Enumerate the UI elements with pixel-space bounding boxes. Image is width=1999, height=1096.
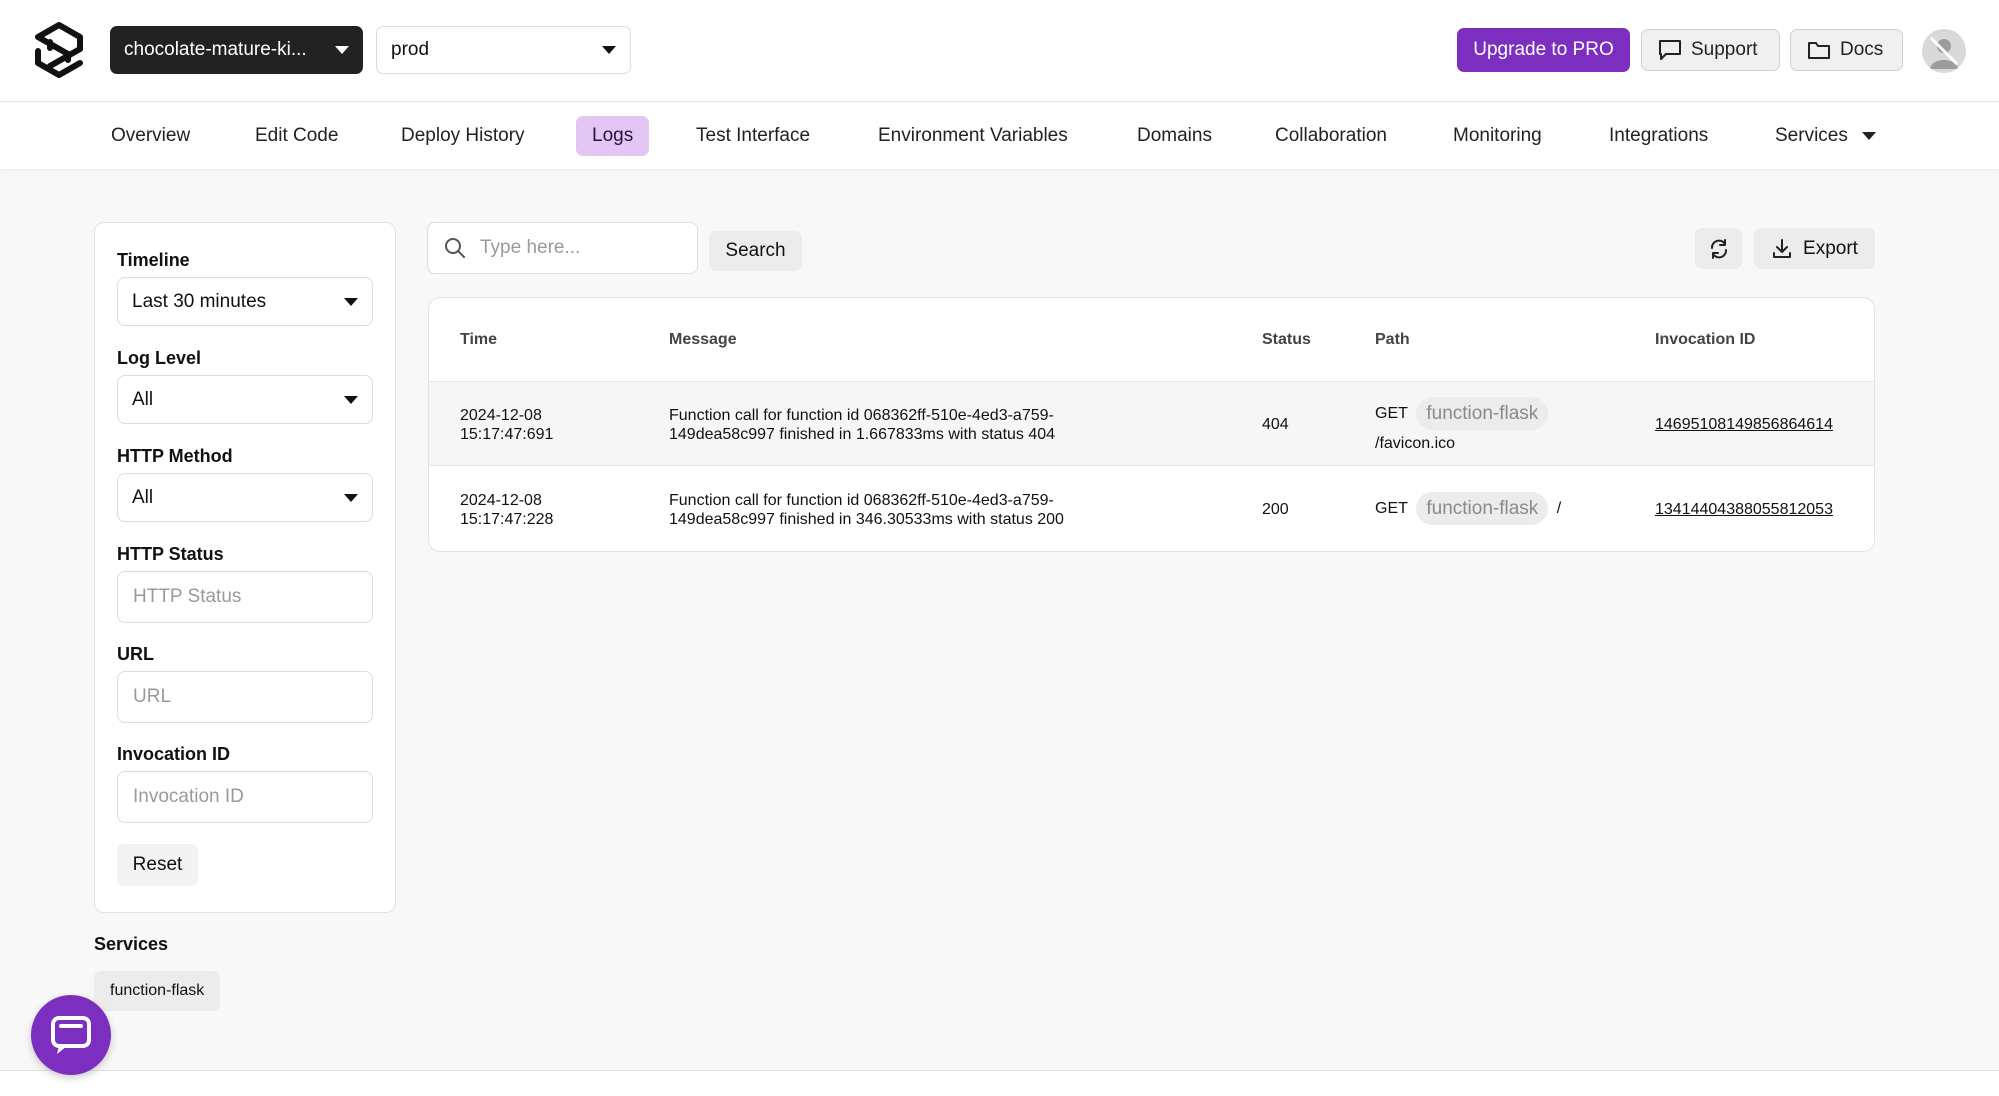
log-message-line: 149dea58c997 finished in 346.30533ms wit… (669, 511, 1064, 528)
column-header-time: Time (460, 331, 498, 348)
log-status: 200 (1262, 501, 1289, 518)
top-bar: chocolate-mature-ki... prod Upgrade to P… (0, 0, 1999, 102)
table-row[interactable]: 2024-12-08 15:17:47:228 Function call fo… (429, 467, 1874, 551)
log-message: Function call for function id 068362ff-5… (669, 491, 1149, 529)
column-header-invocation-id: Invocation ID (1655, 331, 1756, 348)
tab-deploy-history[interactable]: Deploy History (385, 116, 541, 156)
tab-environment-variables[interactable]: Environment Variables (862, 116, 1084, 156)
refresh-button[interactable] (1695, 228, 1742, 269)
log-date: 2024-12-08 (460, 492, 542, 509)
support-button[interactable]: Support (1641, 29, 1780, 71)
tab-overview[interactable]: Overview (95, 116, 206, 156)
tab-logs[interactable]: Logs (576, 116, 650, 156)
timeline-select[interactable]: Last 30 minutes (117, 277, 373, 326)
timeline-value: Last 30 minutes (132, 290, 267, 312)
download-icon (1773, 238, 1792, 258)
docs-label: Docs (1840, 39, 1884, 60)
search-input[interactable] (480, 237, 680, 259)
reset-button[interactable]: Reset (117, 844, 198, 886)
log-path-value: /favicon.ico (1375, 435, 1456, 452)
log-time: 2024-12-08 15:17:47:691 (460, 406, 640, 444)
url-label: URL (117, 644, 154, 664)
service-tag: function-flask (1416, 397, 1549, 430)
log-message-line: Function call for function id 068362ff-5… (669, 407, 1054, 424)
tab-collaboration[interactable]: Collaboration (1259, 116, 1403, 156)
environment-name: prod (391, 39, 430, 60)
search-button[interactable]: Search (709, 231, 802, 271)
log-filters-panel: Timeline Last 30 minutes Log Level All H… (94, 222, 396, 913)
user-avatar[interactable] (1922, 29, 1966, 73)
project-name: chocolate-mature-ki... (124, 39, 307, 60)
log-path-value: / (1556, 500, 1562, 517)
log-message-line: Function call for function id 068362ff-5… (669, 492, 1054, 509)
log-message-line: 149dea58c997 finished in 1.667833ms with… (669, 426, 1056, 443)
invocation-id-link[interactable]: 14695108149856864614 (1655, 415, 1833, 434)
docs-button[interactable]: Docs (1790, 29, 1903, 71)
chevron-down-icon (344, 493, 358, 502)
column-header-message: Message (669, 331, 737, 348)
table-row[interactable]: 2024-12-08 15:17:47:691 Function call fo… (429, 382, 1874, 466)
chevron-down-icon (335, 46, 349, 54)
user-avatar-icon (1929, 36, 1959, 69)
invocation-id-label: Invocation ID (117, 744, 231, 764)
project-nav: Overview Edit Code Deploy History Logs T… (0, 103, 1999, 169)
log-message: Function call for function id 068362ff-5… (669, 406, 1149, 444)
chevron-down-icon (1861, 132, 1876, 140)
log-clock: 15:17:47:228 (460, 511, 554, 528)
support-label: Support (1691, 39, 1758, 60)
tab-monitoring[interactable]: Monitoring (1437, 116, 1558, 156)
tab-domains[interactable]: Domains (1121, 116, 1228, 156)
export-label: Export (1803, 237, 1858, 259)
chevron-down-icon (344, 395, 358, 404)
log-level-select[interactable]: All (117, 375, 373, 424)
http-method-label: HTTP Method (117, 446, 233, 466)
upgrade-to-pro-button[interactable]: Upgrade to PRO (1457, 28, 1630, 72)
http-method-select[interactable]: All (117, 473, 373, 522)
tab-test-interface[interactable]: Test Interface (680, 116, 826, 156)
service-chip-function-flask[interactable]: function-flask (94, 971, 221, 1011)
log-level-value: All (132, 388, 154, 410)
log-path: GET function-flask /favicon.ico (1375, 397, 1635, 453)
folder-icon (1808, 42, 1830, 59)
log-level-label: Log Level (117, 348, 202, 368)
chevron-down-icon (602, 46, 616, 54)
app-logo-icon[interactable] (32, 22, 86, 78)
export-button[interactable]: Export (1754, 228, 1875, 269)
logs-table: Time Message Status Path Invocation ID 2… (428, 297, 1875, 552)
chat-icon (51, 1016, 91, 1054)
project-select[interactable]: chocolate-mature-ki... (110, 26, 363, 74)
timeline-label: Timeline (117, 250, 190, 270)
http-status-input[interactable] (117, 571, 373, 623)
services-label: Services (94, 934, 169, 954)
log-status: 404 (1262, 416, 1289, 433)
footer (0, 1071, 1999, 1096)
http-status-label: HTTP Status (117, 544, 224, 564)
log-time: 2024-12-08 15:17:47:228 (460, 491, 640, 529)
log-method: GET (1375, 405, 1408, 422)
tab-services-label: Services (1775, 125, 1848, 146)
log-method: GET (1375, 500, 1408, 517)
search-icon (445, 238, 465, 258)
log-date: 2024-12-08 (460, 407, 542, 424)
chat-bubble-icon (1659, 40, 1681, 60)
environment-select[interactable]: prod (376, 26, 631, 74)
table-header: Time Message Status Path Invocation ID (429, 298, 1874, 382)
column-header-path: Path (1375, 331, 1410, 348)
log-clock: 15:17:47:691 (460, 426, 554, 443)
invocation-id-link[interactable]: 13414404388055812053 (1655, 500, 1833, 519)
column-header-status: Status (1262, 331, 1311, 348)
http-method-value: All (132, 486, 154, 508)
tab-edit-code[interactable]: Edit Code (239, 116, 354, 156)
chat-widget-button[interactable] (31, 995, 111, 1075)
tab-services[interactable]: Services (1759, 116, 1892, 156)
log-search-box[interactable] (427, 222, 698, 274)
refresh-icon (1710, 238, 1727, 259)
service-tag: function-flask (1416, 492, 1549, 525)
tab-integrations[interactable]: Integrations (1593, 116, 1724, 156)
chevron-down-icon (344, 297, 358, 306)
invocation-id-input[interactable] (117, 771, 373, 823)
log-path: GET function-flask / (1375, 492, 1635, 525)
url-input[interactable] (117, 671, 373, 723)
